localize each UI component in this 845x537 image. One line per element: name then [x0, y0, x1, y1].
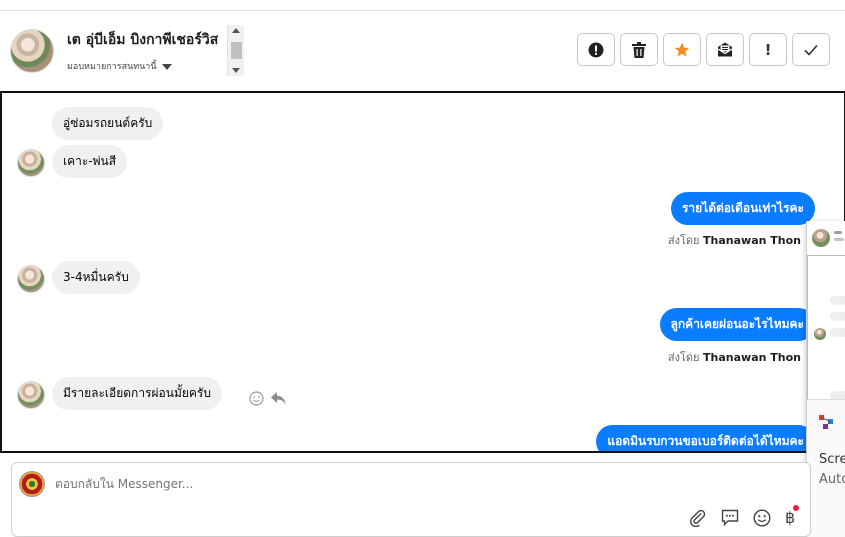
message-thread[interactable]: อู่ซ่อมรถยนต์ครับ เคาะ-พ่นสี รายได้ต่อเด…	[0, 91, 845, 453]
reply-arrow-icon[interactable]	[270, 391, 287, 406]
message-bubble-incoming[interactable]: อู่ซ่อมรถยนต์ครับ	[52, 107, 164, 140]
overlay-text-line	[834, 238, 844, 241]
message-bubble-outgoing[interactable]: ลูกค้าเคยผ่อนอะไรไหมคะ	[659, 308, 815, 341]
payment-button[interactable]: ฿	[785, 505, 800, 527]
sent-by-label: ส่งโดย Thanawan Thon	[668, 348, 801, 366]
assign-label: มอบหมายการสนทนานี้	[67, 62, 157, 72]
baht-icon: ฿	[785, 508, 796, 527]
sent-by-label: ส่งโดย Thanawan Thon	[668, 231, 801, 249]
star-icon	[674, 42, 690, 57]
overlay-app-line: Scre	[819, 452, 845, 467]
attachment-icon[interactable]	[689, 509, 707, 527]
contact-avatar[interactable]	[10, 29, 54, 73]
overlay-text-line	[834, 231, 842, 234]
message-bubble-incoming[interactable]: มีรายละเอียดการผ่อนมั้ยครับ	[52, 377, 222, 410]
contact-name[interactable]: เต อุ่บีเอ็ม บิงกาพีเชอร์วิส	[67, 29, 218, 51]
overlapping-window[interactable]: Scre Auto	[806, 221, 845, 537]
star-button[interactable]	[663, 33, 701, 66]
page-avatar	[19, 471, 45, 497]
message-actions	[249, 391, 287, 406]
sent-by-prefix: ส่งโดย	[667, 351, 700, 364]
app-logo-icon	[819, 415, 833, 429]
report-spam-button[interactable]	[577, 33, 615, 66]
mark-unread-button[interactable]	[706, 33, 744, 66]
mark-done-button[interactable]	[792, 33, 830, 66]
overlay-mini-bubble	[830, 312, 845, 321]
react-emoji-icon[interactable]	[249, 391, 264, 406]
notification-dot	[793, 505, 800, 511]
check-icon	[804, 44, 818, 56]
priority-label: !	[764, 40, 772, 59]
reply-input[interactable]	[55, 477, 555, 491]
overlay-mini-bubble	[830, 328, 845, 337]
contact-avatar-small[interactable]	[17, 149, 45, 177]
composer-tools: ฿	[689, 505, 800, 527]
priority-button[interactable]: !	[749, 33, 787, 66]
header-scrollbar[interactable]	[227, 25, 244, 76]
trash-icon	[632, 41, 646, 58]
assign-conversation-dropdown[interactable]: มอบหมายการสนทนานี้	[67, 59, 172, 73]
message-bubble-incoming[interactable]: เคาะ-พ่นสี	[52, 145, 128, 178]
envelope-icon	[717, 42, 733, 57]
caret-down-icon	[161, 63, 172, 70]
message-bubble-outgoing[interactable]: รายได้ต่อเดือนเท่าไรคะ	[670, 192, 815, 225]
emoji-icon[interactable]	[753, 508, 771, 527]
overlay-mini-bubble	[830, 296, 845, 305]
overlay-app-panel[interactable]: Scre Auto	[807, 399, 845, 537]
sent-by-prefix: ส่งโดย	[667, 234, 700, 247]
header-actions: !	[577, 33, 830, 66]
sender-name: Thanawan Thon	[703, 351, 801, 364]
reply-composer: ฿	[11, 462, 811, 537]
overlay-mini-avatar	[814, 328, 826, 340]
saved-replies-icon[interactable]	[721, 509, 739, 526]
scroll-up-arrow-icon[interactable]	[232, 28, 240, 33]
overlay-app-line: Auto	[819, 472, 845, 487]
scroll-thumb[interactable]	[231, 42, 242, 59]
conversation-header: เต อุ่บีเอ็ม บิงกาพีเชอร์วิส มอบหมายการส…	[0, 11, 845, 91]
sender-name: Thanawan Thon	[703, 234, 801, 247]
contact-avatar-small[interactable]	[17, 265, 45, 293]
delete-button[interactable]	[620, 33, 658, 66]
overlay-avatar	[812, 229, 830, 247]
alert-circle-icon	[588, 42, 604, 57]
overlay-thread-preview	[807, 255, 845, 415]
message-bubble-incoming[interactable]: 3-4หมื่นครับ	[52, 261, 140, 294]
contact-avatar-small[interactable]	[17, 381, 45, 409]
scroll-down-arrow-icon[interactable]	[232, 68, 240, 73]
message-bubble-outgoing[interactable]: แอดมินรบกวนขอเบอร์ติดต่อได้ไหมคะ	[596, 425, 815, 451]
